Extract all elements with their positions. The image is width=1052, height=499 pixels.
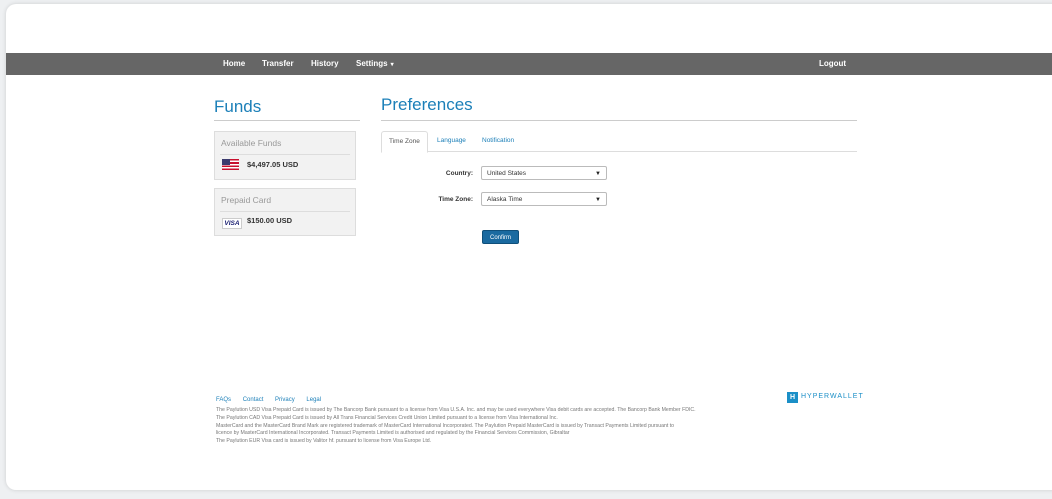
legal-line: MasterCard and the MasterCard Brand Mark… [216, 422, 675, 429]
available-funds-amount: $4,497.05 USD [247, 160, 299, 169]
footer-links: FAQs Contact Privacy Legal [216, 397, 331, 403]
footer-link-contact[interactable]: Contact [243, 397, 264, 403]
footer-link-legal[interactable]: Legal [306, 397, 321, 403]
prepaid-card-title: Prepaid Card [221, 195, 272, 205]
timezone-select[interactable]: Alaska Time ▼ [481, 192, 607, 206]
country-select[interactable]: United States ▼ [481, 166, 607, 180]
legal-line: The Paylution CAD Visa Prepaid Card is i… [216, 414, 558, 421]
legal-disclaimer: The Paylution USD Visa Prepaid Card is i… [216, 407, 876, 446]
tabs-underline [381, 151, 857, 152]
tab-language[interactable]: Language [437, 131, 466, 151]
available-funds-title: Available Funds [221, 138, 282, 148]
country-value: United States [487, 170, 527, 177]
dropdown-arrow-icon: ▼ [595, 171, 601, 177]
legal-line: The Paylution EUR Visa card is issued by… [216, 438, 432, 445]
tab-notification[interactable]: Notification [482, 131, 514, 151]
divider [214, 120, 360, 121]
dropdown-arrow-icon: ▼ [595, 197, 601, 203]
funds-title: Funds [214, 97, 262, 116]
divider [381, 120, 857, 121]
timezone-label: Time Zone: [438, 196, 473, 203]
nav-history[interactable]: History [311, 53, 339, 75]
hyperwallet-brand-text: HYPERWALLET [801, 393, 864, 400]
footer-link-privacy[interactable]: Privacy [275, 397, 295, 403]
available-funds-panel: Available Funds $4,497.05 USD [214, 131, 356, 180]
divider [220, 154, 350, 155]
timezone-value: Alaska Time [487, 196, 523, 203]
divider [220, 211, 350, 212]
preferences-title: Preferences [381, 95, 473, 114]
prepaid-card-panel: Prepaid Card VISA $150.00 USD [214, 188, 356, 236]
app-window: Home Transfer History Settings ▾ Logout F… [6, 4, 1052, 490]
nav-transfer[interactable]: Transfer [262, 53, 294, 75]
prepaid-card-amount: $150.00 USD [247, 216, 293, 225]
tab-time-zone[interactable]: Time Zone [381, 131, 428, 153]
nav-settings-label: Settings [356, 59, 388, 68]
hyperwallet-mark-icon: H [787, 392, 798, 403]
caret-down-icon: ▾ [390, 62, 394, 68]
visa-icon: VISA [222, 218, 242, 229]
top-navbar: Home Transfer History Settings ▾ Logout [6, 53, 1052, 75]
country-label: Country: [445, 170, 473, 177]
nav-settings[interactable]: Settings ▾ [356, 53, 394, 75]
legal-line: licence by MasterCard International Inco… [216, 430, 570, 437]
confirm-button[interactable]: Confirm [482, 230, 519, 244]
us-flag-icon [222, 159, 239, 170]
logout-link[interactable]: Logout [819, 53, 846, 75]
nav-home[interactable]: Home [223, 53, 245, 75]
legal-line: The Paylution USD Visa Prepaid Card is i… [216, 407, 696, 413]
footer-link-faqs[interactable]: FAQs [216, 397, 231, 403]
